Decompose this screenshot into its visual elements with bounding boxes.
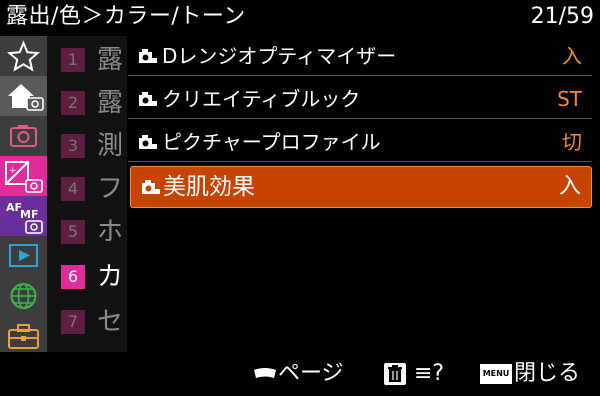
page-indicator: 21/59: [530, 4, 594, 29]
network-icon: [10, 283, 37, 309]
tab-focus[interactable]: AF MF: [0, 196, 47, 236]
page-title-char: 測: [97, 131, 124, 161]
menu-item-label: ピクチャープロファイル: [162, 130, 381, 154]
page-item[interactable]: 2 露: [47, 84, 127, 122]
menu-item-drange-optimizer[interactable]: Dレンジオプティマイザー 入: [128, 36, 592, 76]
tab-setup[interactable]: [0, 316, 47, 356]
setup-toolbox-icon: [8, 324, 39, 349]
home-shooting-icon: [8, 84, 44, 111]
page-title-char: セ: [97, 307, 124, 337]
page-title-char: 露: [97, 45, 124, 75]
page-item[interactable]: 5 ホ: [47, 213, 127, 251]
camera-menu-screen: 露出/色＞カラー/トーン 21/59 + AF MF 1 露 2 露 3 測 4…: [0, 0, 600, 396]
page-number: 6: [61, 265, 85, 289]
page-title-char: 露: [97, 88, 124, 118]
menu-item-label: クリエイティブルック: [162, 87, 361, 111]
af-mf-focus-icon: AF MF: [6, 201, 43, 234]
svg-text:MF: MF: [20, 208, 38, 221]
menu-item-value: 切: [562, 130, 582, 154]
menu-item-creative-look[interactable]: クリエイティブルック ST: [128, 79, 592, 119]
page-title-char: フ: [97, 174, 124, 204]
page-number: 4: [61, 177, 85, 201]
menu-item-value: 入: [562, 44, 582, 68]
category-sidebar: + AF MF: [0, 36, 47, 352]
menu-item-picture-profile[interactable]: ピクチャープロファイル 切: [128, 122, 592, 162]
page-list: 1 露 2 露 3 測 4 フ 5 ホ 6 カ 7 セ: [47, 36, 127, 352]
page-item[interactable]: 3 測: [47, 127, 127, 165]
footer-bar: ページ ≡? MENU 閉じる: [0, 352, 600, 396]
favorites-star-icon: [7, 40, 40, 72]
menu-list: Dレンジオプティマイザー 入 クリエイティブルック ST ピクチャープロファイル…: [128, 36, 600, 352]
header-bar: 露出/色＞カラー/トーン 21/59: [0, 0, 600, 34]
tab-exposure-color[interactable]: +: [0, 156, 47, 196]
tab-home-shooting[interactable]: [0, 76, 47, 116]
exposure-color-icon: +: [5, 161, 43, 193]
page-item[interactable]: 4 フ: [47, 170, 127, 208]
menu-item-label: Dレンジオプティマイザー: [162, 44, 397, 68]
page-item[interactable]: 7 セ: [47, 303, 127, 341]
page-number: 5: [61, 220, 85, 244]
camera-setting-icon: [142, 180, 160, 194]
menu-key-icon: MENU: [480, 364, 512, 384]
page-title-char: ホ: [97, 217, 124, 247]
page-title-char: カ: [97, 262, 124, 292]
menu-item-value: ST: [557, 87, 582, 111]
page-item[interactable]: 1 露: [47, 41, 127, 79]
page-number: 3: [61, 134, 85, 158]
page-number: 1: [61, 48, 85, 72]
page-number: 7: [61, 310, 85, 334]
camera-setting-icon: [139, 49, 157, 63]
help-guide-label: ≡?: [414, 361, 445, 386]
menu-breadcrumb-title: 露出/色＞カラー/トーン: [6, 4, 246, 29]
shooting-camera-icon: [10, 125, 37, 147]
trash-icon: [384, 363, 406, 385]
camera-setting-icon: [139, 92, 157, 106]
camera-setting-icon: [139, 135, 157, 149]
tab-favorites[interactable]: [0, 36, 47, 76]
menu-item-soft-skin-selected[interactable]: 美肌効果 入: [130, 166, 592, 208]
page-item-current[interactable]: 6 カ: [47, 258, 127, 296]
tab-shooting[interactable]: [0, 116, 47, 156]
menu-item-label: 美肌効果: [163, 174, 255, 200]
playback-icon: [9, 244, 38, 267]
control-wheel-icon: [254, 368, 276, 378]
close-label: 閉じる: [514, 361, 581, 386]
svg-text:+: +: [9, 166, 17, 176]
tab-playback[interactable]: [0, 236, 47, 276]
menu-item-value: 入: [558, 174, 581, 199]
page-number: 2: [61, 91, 85, 115]
tab-network[interactable]: [0, 276, 47, 316]
page-button-label: ページ: [278, 361, 344, 386]
